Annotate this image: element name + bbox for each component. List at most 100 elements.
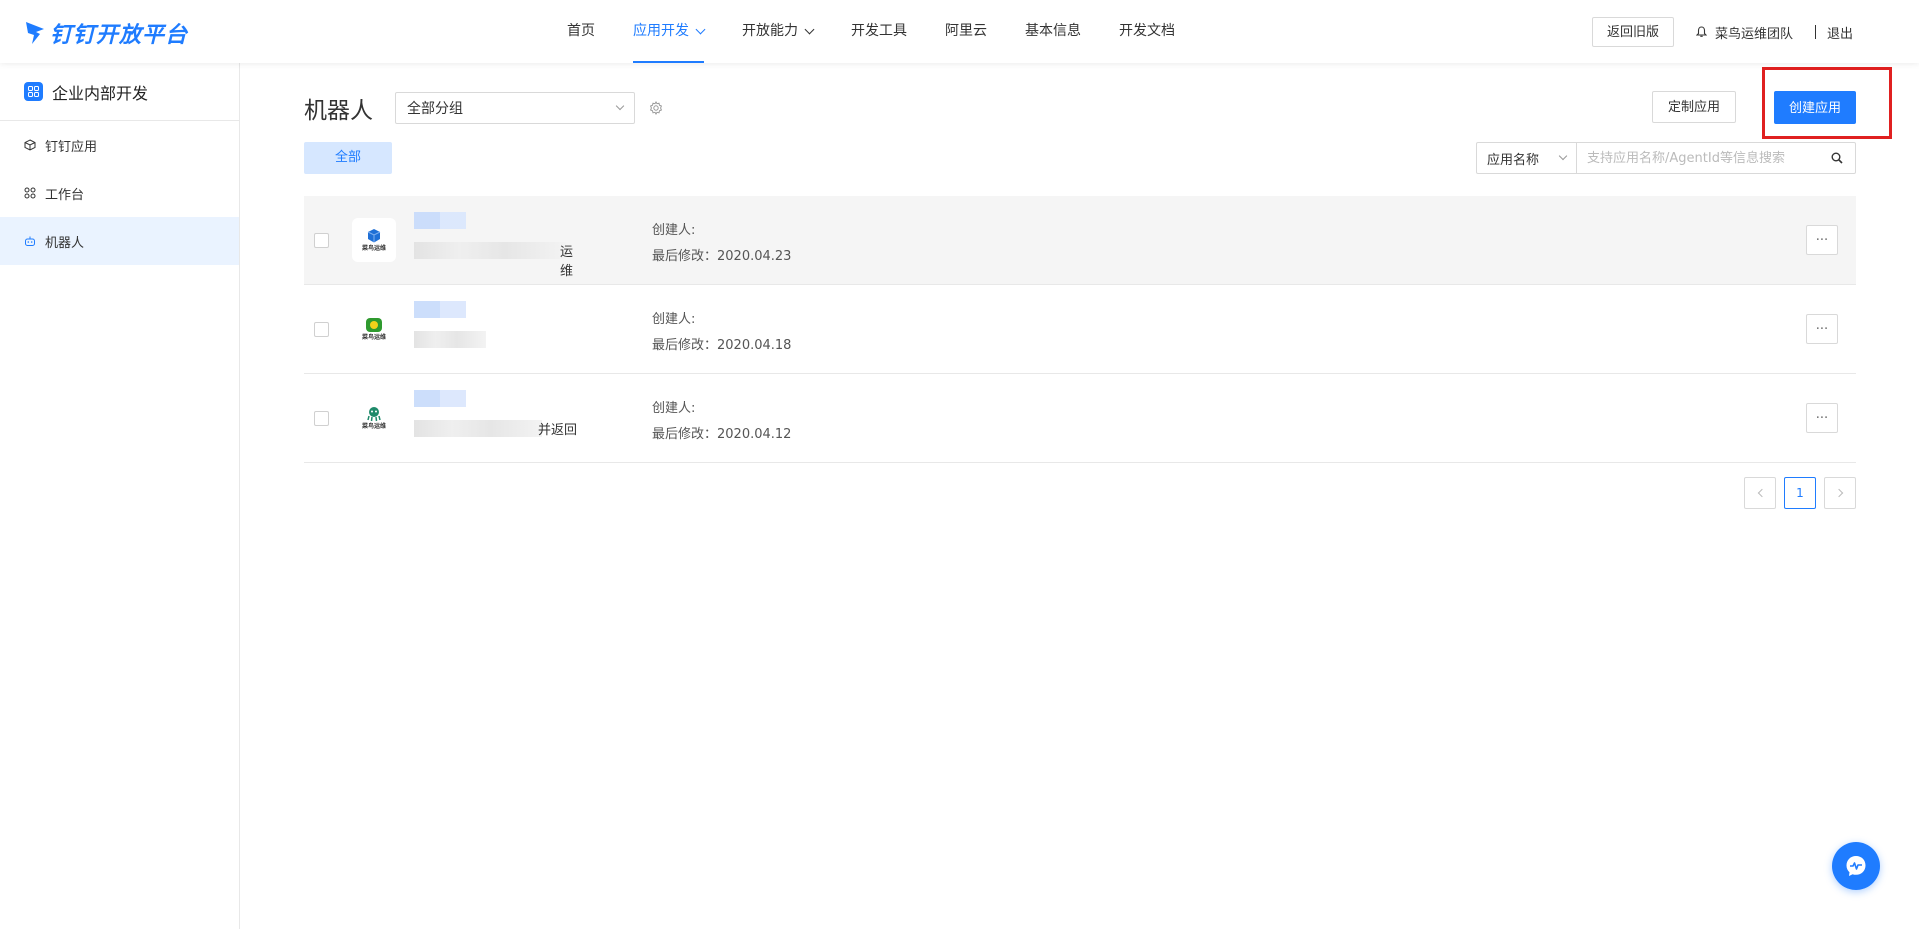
last-modified: 最后修改：2020.04.18 [652,338,792,353]
app-name-blurred: 运维 [414,212,584,279]
top-navbar: 钉钉开放平台 首页 应用开发 开放能力 开发工具 阿里云 基本信息 开发文档 返… [0,0,1919,63]
logout-link[interactable]: 退出 [1827,23,1853,42]
last-modified: 最后修改：2020.04.12 [652,427,792,442]
octopus-logo-icon [367,407,381,422]
nav-home[interactable]: 首页 [548,0,614,63]
nav-capabilities-label: 开放能力 [742,23,798,39]
creator-label: 创建人: [652,401,696,416]
list-item[interactable]: 菜鸟运维 并返回 创建人: 最后修改：2020.04.12 ··· [304,374,1856,463]
app-brand-text: 菜鸟运维 [361,245,386,252]
title-row: 机器人 全部分组 [304,91,1856,125]
main-nav: 首页 应用开发 开放能力 开发工具 阿里云 基本信息 开发文档 [548,0,1194,63]
nav-dev-tools[interactable]: 开发工具 [832,0,926,63]
app-avatar: 菜鸟运维 [352,396,396,440]
next-page-button[interactable] [1824,477,1856,509]
sidebar-item-label: 钉钉应用 [45,139,98,155]
nav-docs-label: 开发文档 [1119,23,1175,39]
row-meta: 创建人: 最后修改：2020.04.18 [652,307,791,359]
row-checkbox[interactable] [314,321,329,337]
page-title: 机器人 [304,98,373,124]
creator-label: 创建人: [652,312,696,327]
group-select-value: 全部分组 [407,101,463,117]
team-switcher[interactable]: 菜鸟运维团队 [1695,23,1793,42]
sidebar: 企业内部开发 钉钉应用 工作台 机器人 [0,63,240,929]
dingtalk-logo-icon [26,22,44,44]
search-type-value: 应用名称 [1487,152,1540,168]
sidebar-item-dingtalk-apps[interactable]: 钉钉应用 [0,121,239,169]
cube-logo-icon [367,229,381,243]
row-checkbox[interactable] [314,410,329,426]
tab-all[interactable]: 全部 [304,142,392,174]
sidebar-item-label: 机器人 [45,235,85,251]
pagination: 1 [1744,477,1856,509]
blurred-desc [414,331,486,348]
chevron-down-icon [615,101,625,111]
nav-dev-tools-label: 开发工具 [851,23,907,39]
chevron-left-icon [1757,488,1766,498]
blurred-name [414,390,466,407]
nav-docs[interactable]: 开发文档 [1100,0,1194,63]
nav-basic-info[interactable]: 基本信息 [1006,0,1100,63]
filter-row: 全部 应用名称 [304,142,1856,174]
cube-icon [24,139,36,151]
logo-text: 钉钉开放平台 [50,23,189,48]
nav-aliyun[interactable]: 阿里云 [926,0,1006,63]
return-old-version-button[interactable]: 返回旧版 [1591,17,1674,47]
blurred-desc [414,242,566,259]
app-name-tail: 并返回 [538,423,578,438]
app-name-tail: 运维 [560,245,574,279]
sidebar-header: 企业内部开发 [0,63,239,121]
blurred-name [414,301,466,318]
header-right-tools: 返回旧版 菜鸟运维团队 退出 [1591,17,1853,47]
app-brand-text: 菜鸟运维 [361,423,386,430]
sidebar-item-robot[interactable]: 机器人 [0,217,239,265]
list-item[interactable]: 菜鸟运维 运维 创建人: 最后修改：2020.04.23 ··· [304,196,1856,285]
sidebar-item-label: 工作台 [45,187,85,203]
nav-app-dev[interactable]: 应用开发 [614,0,723,63]
more-button[interactable]: ··· [1806,314,1838,344]
app-avatar: 菜鸟运维 [352,307,396,351]
chevron-right-icon [1834,488,1843,498]
app-avatar: 菜鸟运维 [352,218,396,262]
bot-logo-icon [366,318,382,332]
more-button[interactable]: ··· [1806,403,1838,433]
more-button[interactable]: ··· [1806,225,1838,255]
bell-icon [1695,26,1707,37]
search-input[interactable] [1577,143,1819,173]
divider [1814,25,1816,39]
nav-basic-info-label: 基本信息 [1025,23,1081,39]
chat-pulse-icon [1846,856,1866,876]
row-checkbox[interactable] [314,232,329,248]
blurred-name [414,212,466,229]
app-name-blurred: 并返回 [414,390,584,446]
app-name-blurred [414,301,584,357]
last-modified: 最后修改：2020.04.23 [652,249,792,264]
group-select[interactable]: 全部分组 [395,92,635,124]
list-item[interactable]: 菜鸟运维 创建人: 最后修改：2020.04.18 ··· [304,285,1856,374]
search-type-select[interactable]: 应用名称 [1477,143,1577,173]
apps-grid-icon [24,82,43,101]
row-meta: 创建人: 最后修改：2020.04.12 [652,396,791,448]
assistant-float-button[interactable] [1832,842,1880,890]
creator-label: 创建人: [652,223,696,238]
custom-app-button[interactable]: 定制应用 [1651,91,1736,123]
create-app-button[interactable]: 创建应用 [1773,91,1856,124]
robot-list: 菜鸟运维 运维 创建人: 最后修改：2020.04.23 ··· 菜鸟运维 创建… [304,196,1856,463]
chevron-down-icon [804,24,815,35]
sidebar-title: 企业内部开发 [52,83,149,103]
logo[interactable]: 钉钉开放平台 [24,17,188,49]
chevron-down-icon [695,24,706,35]
sidebar-item-workbench[interactable]: 工作台 [0,169,239,217]
nav-app-dev-label: 应用开发 [633,23,689,39]
app-brand-text: 菜鸟运维 [361,334,386,341]
robot-icon [25,236,35,246]
search-box: 应用名称 [1476,142,1856,174]
chevron-down-icon [1558,151,1568,161]
team-name: 菜鸟运维团队 [1714,26,1793,42]
gear-icon[interactable] [649,101,663,115]
search-icon[interactable] [1819,143,1855,173]
nav-aliyun-label: 阿里云 [945,23,987,39]
page-button[interactable]: 1 [1784,477,1816,509]
nav-capabilities[interactable]: 开放能力 [723,0,832,63]
prev-page-button[interactable] [1744,477,1776,509]
